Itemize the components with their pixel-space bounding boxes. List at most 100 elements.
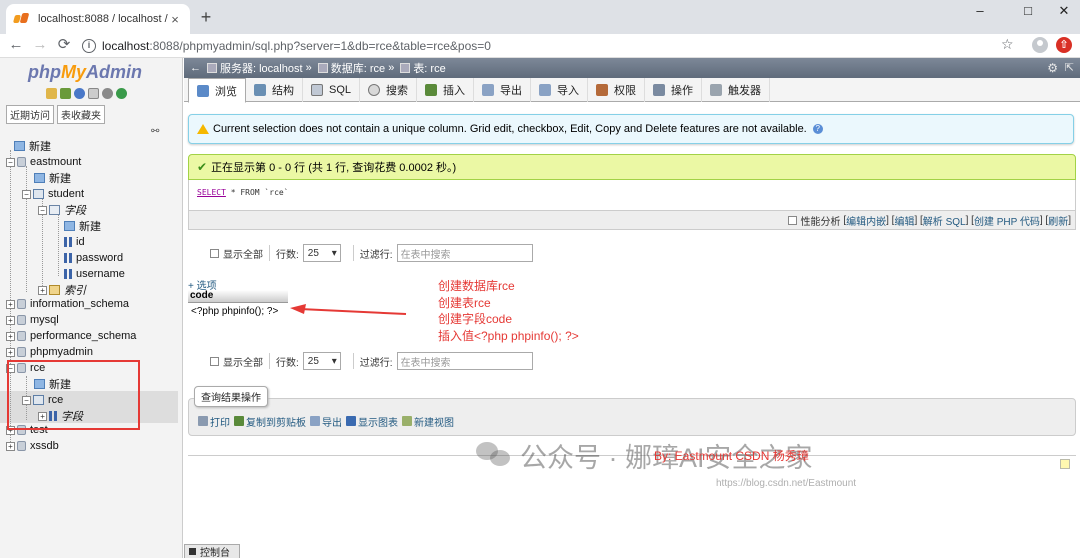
home-icon[interactable]: [46, 88, 57, 99]
create-php-code-link[interactable]: 创建 PHP 代码: [974, 213, 1040, 228]
tab-sql[interactable]: SQL: [303, 78, 361, 102]
tab-operations[interactable]: 操作: [645, 78, 703, 102]
expand-icon[interactable]: +: [6, 441, 15, 451]
tab-browse[interactable]: 浏览: [188, 78, 246, 103]
tab-triggers[interactable]: 触发器: [702, 78, 771, 102]
sql-query-text[interactable]: SELECT * FROM `rce`: [197, 188, 289, 197]
bookmark-star-icon[interactable]: ☆: [1001, 36, 1014, 53]
main-panel: ← 服务器: localhost » 数据库: rce » 表: rce ⚙ ⇱…: [184, 58, 1080, 558]
collapse-nav-icon[interactable]: ←: [190, 62, 201, 74]
collapse-icon[interactable]: −: [22, 189, 31, 199]
tab-structure[interactable]: 结构: [246, 78, 303, 102]
collapse-top-icon[interactable]: ⇱: [1065, 61, 1074, 74]
tree-column-password[interactable]: password: [64, 250, 123, 266]
forward-arrow-icon[interactable]: →: [30, 35, 50, 55]
tree-new-column[interactable]: 新建: [64, 218, 101, 234]
export-link[interactable]: 导出: [310, 414, 342, 429]
maximize-button[interactable]: □: [1008, 0, 1048, 30]
query-window-icon[interactable]: [74, 88, 85, 99]
tab-label: 导入: [557, 85, 580, 97]
result-column-header[interactable]: code: [188, 290, 288, 303]
nav-icon-row: [46, 88, 127, 99]
print-link[interactable]: 打印: [198, 414, 230, 429]
account-icon[interactable]: [1032, 37, 1048, 53]
breadcrumb-database[interactable]: 数据库: rce: [331, 60, 385, 76]
show-all-checkbox[interactable]: [210, 248, 219, 258]
logout-icon[interactable]: [60, 88, 71, 99]
filter-rows-input[interactable]: 在表中搜索: [396, 352, 533, 370]
tab-export[interactable]: 导出: [474, 78, 532, 102]
expand-icon[interactable]: +: [6, 315, 15, 325]
result-cell[interactable]: <?php phpinfo(); ?>: [188, 304, 288, 320]
collapse-icon[interactable]: −: [38, 205, 47, 215]
settings-icon[interactable]: [102, 88, 113, 99]
notice-message: Current selection does not contain a uni…: [188, 114, 1074, 144]
edit-link[interactable]: 编辑: [894, 213, 914, 228]
phpmyadmin-logo[interactable]: phpMyAdmin: [28, 62, 142, 83]
close-window-button[interactable]: ✕: [1044, 0, 1080, 30]
url-input[interactable]: i localhost:8088/phpmyadmin/sql.php?serv…: [82, 36, 1024, 56]
tree-db-mysql[interactable]: + mysql: [6, 312, 59, 328]
expand-icon[interactable]: +: [38, 285, 47, 295]
breadcrumb-server[interactable]: 服务器: localhost: [220, 60, 303, 76]
filter-label: 过滤行:: [359, 357, 393, 369]
tree-new-table[interactable]: 新建: [34, 170, 71, 186]
minimize-button[interactable]: –: [960, 0, 1000, 30]
tree-db-xssdb[interactable]: + xssdb: [6, 438, 59, 454]
table-tabs: 浏览 结构 SQL 搜索 插入 导出 导入 权限 操作 触发器: [184, 78, 1080, 103]
show-all-checkbox[interactable]: [210, 356, 219, 366]
index-icon: [49, 285, 60, 295]
breadcrumb-table[interactable]: 表: rce: [413, 60, 445, 76]
console-button[interactable]: 控制台: [184, 544, 240, 558]
browser-tab[interactable]: localhost:8088 / localhost / rce ×: [6, 4, 190, 34]
tree-table-student[interactable]: − student: [22, 186, 84, 202]
nav-tabs: 近期访问 表收藏夹: [6, 105, 105, 124]
tab-search[interactable]: 搜索: [360, 78, 418, 102]
docs-icon[interactable]: [88, 88, 99, 99]
tree-label: 字段: [64, 205, 86, 217]
gear-icon[interactable]: ⚙: [1047, 61, 1058, 75]
tree-db-information-schema[interactable]: + information_schema: [6, 296, 129, 312]
note-icon[interactable]: [1060, 459, 1070, 469]
tab-import[interactable]: 导入: [531, 78, 589, 102]
favorites-tab[interactable]: 表收藏夹: [57, 105, 105, 124]
success-message: ✔ 正在显示第 0 - 0 行 (共 1 行, 查询花费 0.0002 秒。): [188, 154, 1076, 180]
link-chain-icon[interactable]: ⚯: [151, 126, 159, 137]
back-arrow-icon[interactable]: ←: [6, 35, 26, 55]
tree-column-username[interactable]: username: [64, 266, 125, 282]
tree-db-phpmyadmin[interactable]: + phpmyadmin: [6, 344, 93, 360]
update-icon[interactable]: ⇧: [1056, 37, 1072, 53]
operations-icon: [653, 84, 666, 96]
site-info-icon[interactable]: i: [82, 39, 96, 53]
inline-edit-link[interactable]: 编辑内嵌: [846, 213, 886, 228]
profiling-checkbox[interactable]: [787, 215, 797, 225]
sql-keyword: SELECT: [197, 188, 226, 197]
tree-db-performance-schema[interactable]: + performance_schema: [6, 328, 136, 344]
expand-icon[interactable]: +: [6, 299, 15, 309]
reload-icon[interactable]: ⟳: [54, 35, 74, 55]
reload-nav-icon[interactable]: [116, 88, 127, 99]
rows-select[interactable]: 25 ▾: [302, 352, 341, 370]
export-icon: [482, 84, 495, 96]
refresh-link[interactable]: 刷新: [1048, 213, 1068, 228]
divider: [269, 353, 270, 369]
copy-clipboard-link[interactable]: 复制到剪贴板: [234, 414, 306, 429]
help-icon[interactable]: ?: [812, 124, 823, 134]
tree-db-eastmount[interactable]: − eastmount: [6, 154, 81, 170]
create-view-link[interactable]: 新建视图: [402, 414, 454, 429]
collapse-icon[interactable]: −: [6, 157, 15, 167]
explain-sql-link[interactable]: 解析 SQL: [923, 213, 966, 228]
expand-icon[interactable]: +: [6, 331, 15, 341]
rows-select[interactable]: 25 ▾: [302, 244, 341, 262]
new-tab-button[interactable]: +: [196, 6, 216, 28]
tab-privileges[interactable]: 权限: [588, 78, 646, 102]
tab-close-icon[interactable]: ×: [168, 12, 182, 27]
tree-column-id[interactable]: id: [64, 234, 85, 250]
display-chart-link[interactable]: 显示图表: [346, 414, 398, 429]
expand-icon[interactable]: +: [6, 347, 15, 357]
recent-tab[interactable]: 近期访问: [6, 105, 54, 124]
tree-new-db[interactable]: 新建: [14, 138, 51, 154]
tree-fields[interactable]: − 字段: [38, 202, 86, 218]
tab-insert[interactable]: 插入: [417, 78, 475, 102]
filter-rows-input[interactable]: 在表中搜索: [396, 244, 533, 262]
